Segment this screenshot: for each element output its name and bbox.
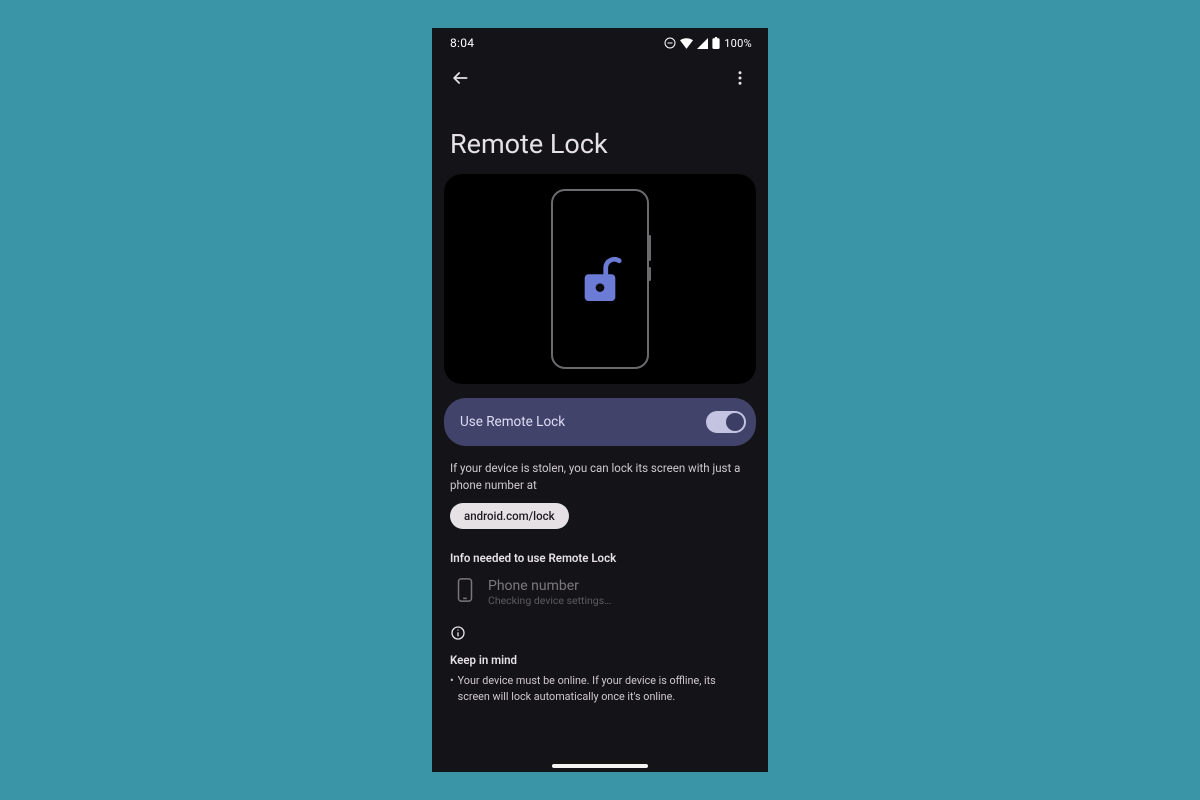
app-bar <box>432 54 768 98</box>
switch-thumb <box>726 413 744 431</box>
phone-frame: 8:04 100% <box>432 28 768 772</box>
dnd-icon <box>664 37 676 49</box>
phone-number-row[interactable]: Phone number Checking device settings… <box>432 569 768 613</box>
keep-in-mind-header: Keep in mind <box>432 645 768 671</box>
phone-outline-icon <box>456 577 474 607</box>
unlock-icon <box>577 253 623 305</box>
page-title: Remote Lock <box>432 98 768 174</box>
status-time: 8:04 <box>450 36 474 50</box>
lock-url-chip[interactable]: android.com/lock <box>450 503 569 529</box>
back-arrow-icon <box>450 68 470 88</box>
gesture-nav-pill[interactable] <box>552 764 648 768</box>
bullet-dot: • <box>450 673 454 704</box>
device-side-button <box>648 235 651 261</box>
overflow-menu-button[interactable] <box>722 60 758 96</box>
battery-percent: 100% <box>724 37 752 50</box>
signal-icon <box>697 38 708 49</box>
toggle-label: Use Remote Lock <box>460 414 565 430</box>
wifi-icon <box>680 38 693 49</box>
keep-in-mind-bullet: • Your device must be online. If your de… <box>432 671 768 704</box>
device-outline-illustration <box>551 189 649 369</box>
remote-lock-switch[interactable] <box>706 411 746 433</box>
status-bar: 8:04 100% <box>432 28 768 54</box>
more-vert-icon <box>731 69 749 87</box>
info-icon <box>432 613 768 645</box>
status-right: 100% <box>664 37 752 50</box>
phone-number-subtitle: Checking device settings… <box>488 594 611 607</box>
device-side-button <box>648 267 651 281</box>
description-text: If your device is stolen, you can lock i… <box>432 446 768 503</box>
hero-card <box>444 174 756 384</box>
phone-number-title: Phone number <box>488 578 611 594</box>
info-needed-header: Info needed to use Remote Lock <box>432 529 768 569</box>
use-remote-lock-toggle-row[interactable]: Use Remote Lock <box>444 398 756 446</box>
back-button[interactable] <box>442 60 478 96</box>
battery-icon <box>712 37 720 49</box>
keep-in-mind-text: Your device must be online. If your devi… <box>458 673 740 704</box>
stage: 8:04 100% <box>0 0 1200 800</box>
